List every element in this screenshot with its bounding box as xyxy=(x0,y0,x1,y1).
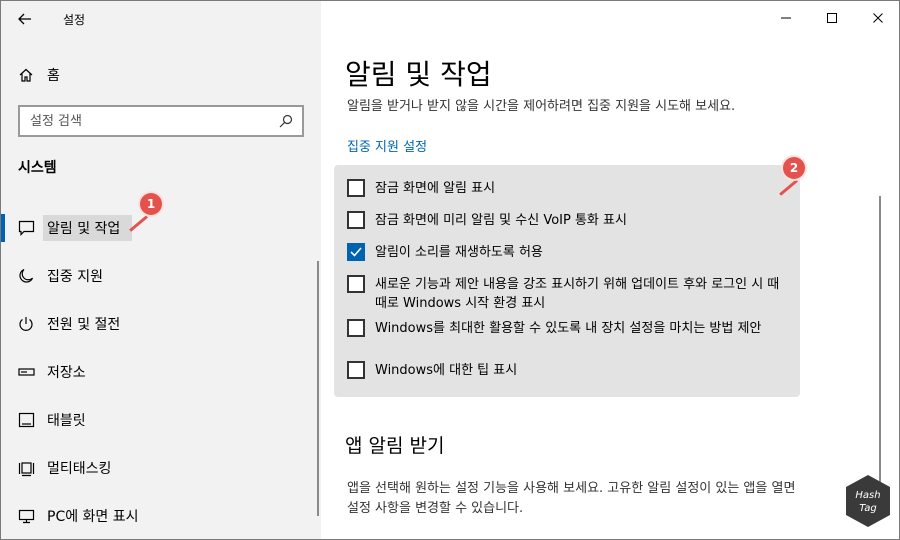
notification-options-panel: 잠금 화면에 알림 표시 잠금 화면에 미리 알림 및 수신 VoIP 통화 표… xyxy=(334,165,800,397)
sidebar-item-notifications[interactable]: 알림 및 작업 xyxy=(1,204,321,252)
minimize-icon xyxy=(781,17,791,19)
checkmark-icon xyxy=(350,247,362,257)
home-label: 홈 xyxy=(47,68,60,84)
tablet-icon xyxy=(17,411,35,429)
option-label: 잠금 화면에 미리 알림 및 수신 VoIP 통화 표시 xyxy=(375,213,627,228)
app-title: 설정 xyxy=(63,12,86,27)
watermark-line2: Tag xyxy=(859,503,877,514)
option-windows-tips[interactable]: Windows에 대한 팁 표시 xyxy=(347,361,790,380)
sidebar-item-label: PC에 화면 표시 xyxy=(47,509,139,525)
option-welcome-experience[interactable]: 새로운 기능과 제안 내용을 강조 표시하기 위해 업데이트 후와 로그인 시 … xyxy=(347,275,790,313)
sidebar-item-label: 알림 및 작업 xyxy=(43,215,133,241)
content-scrollbar[interactable] xyxy=(879,196,881,516)
sidebar-item-focus-assist[interactable]: 집중 지원 xyxy=(1,252,321,300)
watermark-line1: Hash xyxy=(855,490,880,501)
option-label: Windows를 최대한 활용할 수 있도록 내 장치 설정을 마치는 방법 제… xyxy=(375,321,762,336)
sidebar-item-multitasking[interactable]: 멀티태스킹 xyxy=(1,444,321,492)
hashtag-watermark: Hash Tag xyxy=(843,473,893,529)
search-box[interactable] xyxy=(18,105,304,137)
multitasking-icon xyxy=(17,459,35,477)
back-arrow-icon xyxy=(18,13,31,25)
app-notifications-heading: 앱 알림 받기 xyxy=(345,435,445,457)
sidebar: 설정 홈 시스템 알림 및 작업 xyxy=(1,1,321,539)
window-controls xyxy=(763,1,899,35)
content-pane: 알림 및 작업 알림을 받거나 받지 않을 시간을 제어하려면 집중 지원을 시… xyxy=(321,1,899,539)
chat-bubble-icon xyxy=(17,219,35,237)
power-icon xyxy=(17,315,35,333)
option-play-sounds[interactable]: 알림이 소리를 재생하도록 허용 xyxy=(347,243,790,262)
checkbox[interactable] xyxy=(347,211,365,229)
sidebar-scrollbar[interactable] xyxy=(317,261,319,516)
checkbox-checked[interactable] xyxy=(347,243,365,261)
sidebar-item-home[interactable]: 홈 xyxy=(1,57,321,93)
checkbox[interactable] xyxy=(347,319,365,337)
annotation-badge-1: 1 xyxy=(140,193,162,215)
option-label: 잠금 화면에 알림 표시 xyxy=(375,181,496,196)
option-finish-setup-suggestions[interactable]: Windows를 최대한 활용할 수 있도록 내 장치 설정을 마치는 방법 제… xyxy=(347,319,790,338)
checkbox[interactable] xyxy=(347,179,365,197)
focus-assist-link[interactable]: 집중 지원 설정 xyxy=(347,136,427,155)
checkbox[interactable] xyxy=(347,275,365,293)
close-icon xyxy=(873,13,883,23)
sidebar-item-label: 멀티태스킹 xyxy=(47,461,112,477)
option-lock-screen-reminders[interactable]: 잠금 화면에 미리 알림 및 수신 VoIP 통화 표시 xyxy=(347,211,790,230)
option-label: 새로운 기능과 제안 내용을 강조 표시하기 위해 업데이트 후와 로그인 시 … xyxy=(375,277,780,311)
maximize-button[interactable] xyxy=(809,1,855,35)
settings-window: 설정 홈 시스템 알림 및 작업 xyxy=(0,0,900,540)
minimize-button[interactable] xyxy=(763,1,809,35)
sidebar-nav: 알림 및 작업 집중 지원 전원 및 절전 저장소 태블릿 멀티태스킹 PC에 … xyxy=(1,204,321,539)
app-notifications-description: 앱을 선택해 원하는 설정 기능을 사용해 보세요. 고유한 알림 설정이 있는… xyxy=(347,481,796,516)
section-label: 시스템 xyxy=(18,160,57,176)
home-icon xyxy=(17,66,35,84)
sidebar-item-power[interactable]: 전원 및 절전 xyxy=(1,300,321,348)
search-icon[interactable] xyxy=(276,111,296,131)
option-label: Windows에 대한 팁 표시 xyxy=(375,363,518,378)
sidebar-item-label: 저장소 xyxy=(47,365,86,381)
checkbox[interactable] xyxy=(347,361,365,379)
option-lock-screen-notifications[interactable]: 잠금 화면에 알림 표시 xyxy=(347,179,790,198)
back-button[interactable] xyxy=(1,1,49,37)
title-bar: 설정 xyxy=(1,1,321,37)
sidebar-item-label: 전원 및 절전 xyxy=(47,317,121,333)
maximize-icon xyxy=(827,13,837,23)
close-button[interactable] xyxy=(855,1,899,35)
sidebar-item-tablet[interactable]: 태블릿 xyxy=(1,396,321,444)
storage-icon xyxy=(17,363,35,381)
sidebar-item-project[interactable]: PC에 화면 표시 xyxy=(1,492,321,539)
watermark-logo-icon: Hash Tag xyxy=(846,475,890,527)
search-input[interactable] xyxy=(20,112,276,130)
project-icon xyxy=(17,507,35,525)
annotation-badge-2: 2 xyxy=(783,157,805,179)
sidebar-item-storage[interactable]: 저장소 xyxy=(1,348,321,396)
sidebar-item-label: 태블릿 xyxy=(47,413,86,429)
moon-icon xyxy=(17,267,35,285)
page-title: 알림 및 작업 xyxy=(345,58,492,91)
option-label: 알림이 소리를 재생하도록 허용 xyxy=(375,245,543,260)
sidebar-item-label: 집중 지원 xyxy=(47,269,103,285)
page-description: 알림을 받거나 받지 않을 시간을 제어하려면 집중 지원을 시도해 보세요. xyxy=(347,99,736,114)
